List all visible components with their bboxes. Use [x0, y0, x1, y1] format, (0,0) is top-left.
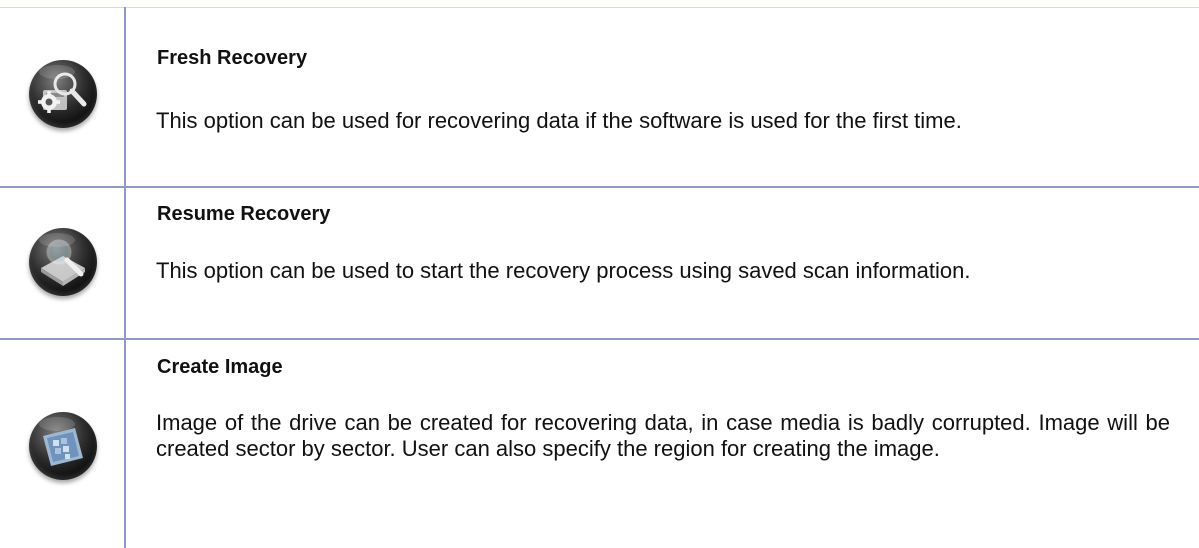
- option-title: Fresh Recovery: [157, 47, 308, 69]
- option-description: This option can be used to start the rec…: [156, 258, 971, 283]
- resume-recovery-icon: [29, 228, 97, 296]
- create-image-icon: [29, 412, 97, 480]
- row-divider: [0, 186, 1199, 188]
- option-title: Create Image: [157, 356, 283, 378]
- row-divider: [0, 338, 1199, 340]
- recovery-options-table: Fresh Recovery This option can be used f…: [0, 0, 1199, 548]
- option-title: Resume Recovery: [157, 203, 331, 225]
- option-description: This option can be used for recovering d…: [156, 108, 962, 133]
- option-description: Image of the drive can be created for re…: [156, 410, 1170, 461]
- table-top-border: [0, 7, 1199, 8]
- column-divider: [124, 7, 126, 548]
- fresh-recovery-icon: [29, 60, 97, 128]
